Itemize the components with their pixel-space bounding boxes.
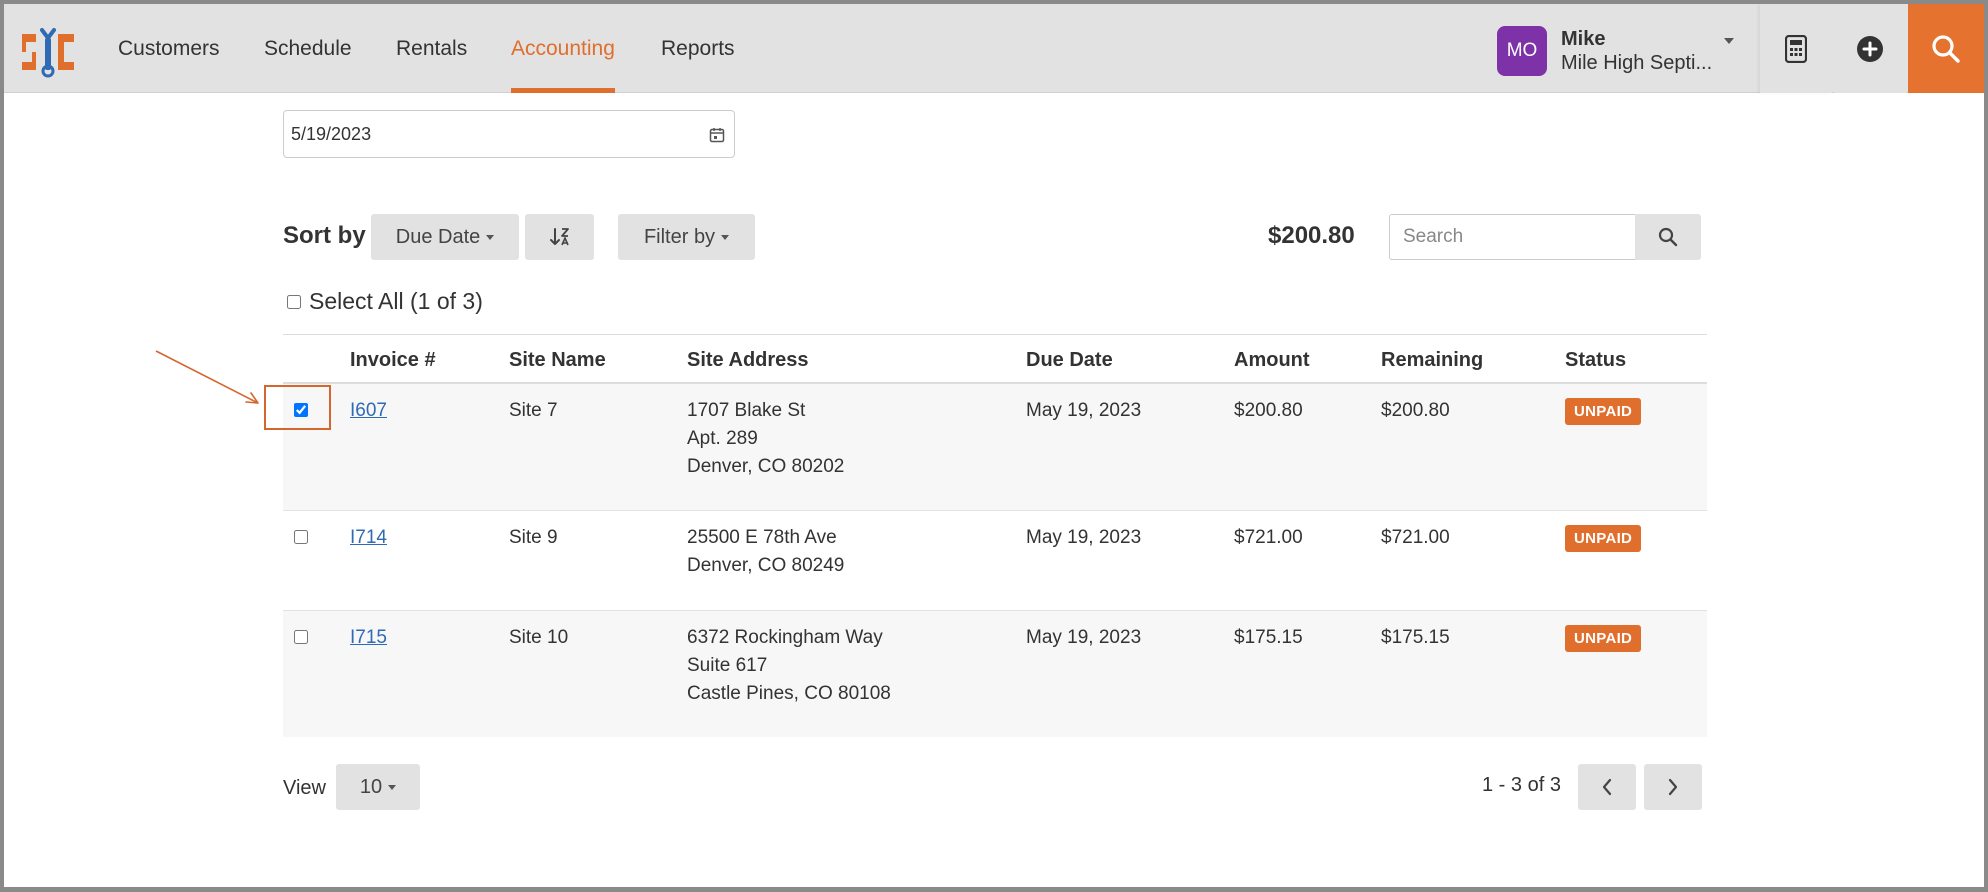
page-size-value: 10 <box>359 775 383 798</box>
invoice-link[interactable]: I714 <box>350 524 387 552</box>
filter-dropdown[interactable]: Filter by <box>618 214 755 260</box>
calculator-button[interactable] <box>1760 4 1832 93</box>
chevron-right-icon <box>1668 778 1678 796</box>
search-icon <box>1658 227 1678 247</box>
global-search-button[interactable] <box>1908 4 1984 93</box>
table-row[interactable]: I715 Site 10 6372 Rockingham Way Suite 6… <box>283 611 1707 737</box>
total-amount: $200.80 <box>1268 222 1355 249</box>
table-row[interactable]: I607 Site 7 1707 Blake St Apt. 289 Denve… <box>283 384 1707 511</box>
due-date: May 19, 2023 <box>1026 527 1142 548</box>
header-amount[interactable]: Amount <box>1234 349 1310 372</box>
sort-dropdown-label: Due Date <box>395 225 481 248</box>
caret-down-icon <box>486 234 495 240</box>
plus-circle-icon <box>1857 35 1883 62</box>
site-address: 1707 Blake St Apt. 289 Denver, CO 80202 <box>687 397 844 481</box>
remaining: $200.80 <box>1381 400 1450 421</box>
address-line: 25500 E 78th Ave <box>687 527 837 548</box>
amount: $175.15 <box>1234 627 1303 648</box>
header-site-name[interactable]: Site Name <box>509 349 606 372</box>
row-checkbox[interactable] <box>294 530 308 544</box>
select-all-checkbox[interactable] <box>287 294 301 309</box>
next-page-button[interactable] <box>1644 764 1702 810</box>
sort-label: Sort by <box>283 222 366 249</box>
amount: $721.00 <box>1234 527 1303 548</box>
invoice-link[interactable]: I715 <box>350 624 387 652</box>
nav-schedule[interactable]: Schedule <box>264 4 352 93</box>
invoice-table: Invoice # Site Name Site Address Due Dat… <box>283 334 1707 737</box>
annotation-arrow <box>155 350 259 404</box>
due-date: May 19, 2023 <box>1026 400 1142 421</box>
caret-down-icon <box>388 784 397 790</box>
sort-order-button[interactable] <box>525 214 594 260</box>
address-line: Apt. 289 <box>687 428 758 449</box>
amount: $200.80 <box>1234 400 1303 421</box>
remaining: $175.15 <box>1381 627 1450 648</box>
chevron-down-icon <box>1724 38 1734 44</box>
select-all[interactable]: Select All (1 of 3) <box>287 288 483 315</box>
site-name: Site 10 <box>509 627 569 648</box>
address-line: 1707 Blake St <box>687 400 806 421</box>
sort-descending-icon <box>549 228 569 246</box>
page-size-dropdown[interactable]: 10 <box>336 764 420 810</box>
status-badge: UNPAID <box>1565 525 1642 552</box>
search-input[interactable] <box>1389 214 1635 260</box>
search-button[interactable] <box>1635 214 1701 260</box>
header-remaining[interactable]: Remaining <box>1381 349 1483 372</box>
nav-reports[interactable]: Reports <box>661 4 735 93</box>
sort-dropdown[interactable]: Due Date <box>371 214 519 260</box>
site-address: 25500 E 78th Ave Denver, CO 80249 <box>687 524 844 580</box>
remaining: $721.00 <box>1381 527 1450 548</box>
view-label: View <box>283 777 326 799</box>
app-shell: Customers Schedule Rentals Accounting Re… <box>4 4 1984 887</box>
top-nav: Customers Schedule Rentals Accounting Re… <box>4 4 1984 93</box>
avatar: MO <box>1497 26 1547 76</box>
address-line: Denver, CO 80202 <box>687 456 845 477</box>
annotation-highlight-box <box>264 385 331 430</box>
prev-page-button[interactable] <box>1578 764 1636 810</box>
status-badge: UNPAID <box>1565 625 1642 652</box>
add-button[interactable] <box>1834 4 1906 93</box>
header-status[interactable]: Status <box>1565 349 1626 372</box>
caret-down-icon <box>721 234 730 240</box>
calendar-icon[interactable] <box>709 127 725 143</box>
due-date: May 19, 2023 <box>1026 627 1142 648</box>
user-company: Mile High Septi... <box>1561 52 1713 74</box>
filter-dropdown-label: Filter by <box>643 225 716 248</box>
chevron-left-icon <box>1602 778 1612 796</box>
address-line: Denver, CO 80249 <box>687 555 845 576</box>
header-due-date[interactable]: Due Date <box>1026 349 1113 372</box>
table-row[interactable]: I714 Site 9 25500 E 78th Ave Denver, CO … <box>283 511 1707 611</box>
invoice-link[interactable]: I607 <box>350 397 387 425</box>
pagination-info: 1 - 3 of 3 <box>1482 774 1561 796</box>
user-name: Mike <box>1561 28 1606 50</box>
address-line: Castle Pines, CO 80108 <box>687 683 891 704</box>
date-input[interactable] <box>283 110 735 158</box>
address-line: Suite 617 <box>687 655 768 676</box>
app-logo[interactable] <box>18 26 78 78</box>
site-name: Site 7 <box>509 400 558 421</box>
calculator-icon <box>1785 34 1807 63</box>
status-badge: UNPAID <box>1565 398 1642 425</box>
nav-accounting[interactable]: Accounting <box>511 4 615 93</box>
site-address: 6372 Rockingham Way Suite 617 Castle Pin… <box>687 624 891 708</box>
nav-customers[interactable]: Customers <box>118 4 220 93</box>
row-checkbox[interactable] <box>294 630 308 644</box>
table-header: Invoice # Site Name Site Address Due Dat… <box>283 334 1707 384</box>
search-icon <box>1932 34 1960 63</box>
nav-rentals[interactable]: Rentals <box>396 4 467 93</box>
header-invoice[interactable]: Invoice # <box>350 349 436 372</box>
header-site-address[interactable]: Site Address <box>687 349 809 372</box>
address-line: 6372 Rockingham Way <box>687 627 883 648</box>
site-name: Site 9 <box>509 527 558 548</box>
select-all-label: Select All (1 of 3) <box>309 288 483 314</box>
